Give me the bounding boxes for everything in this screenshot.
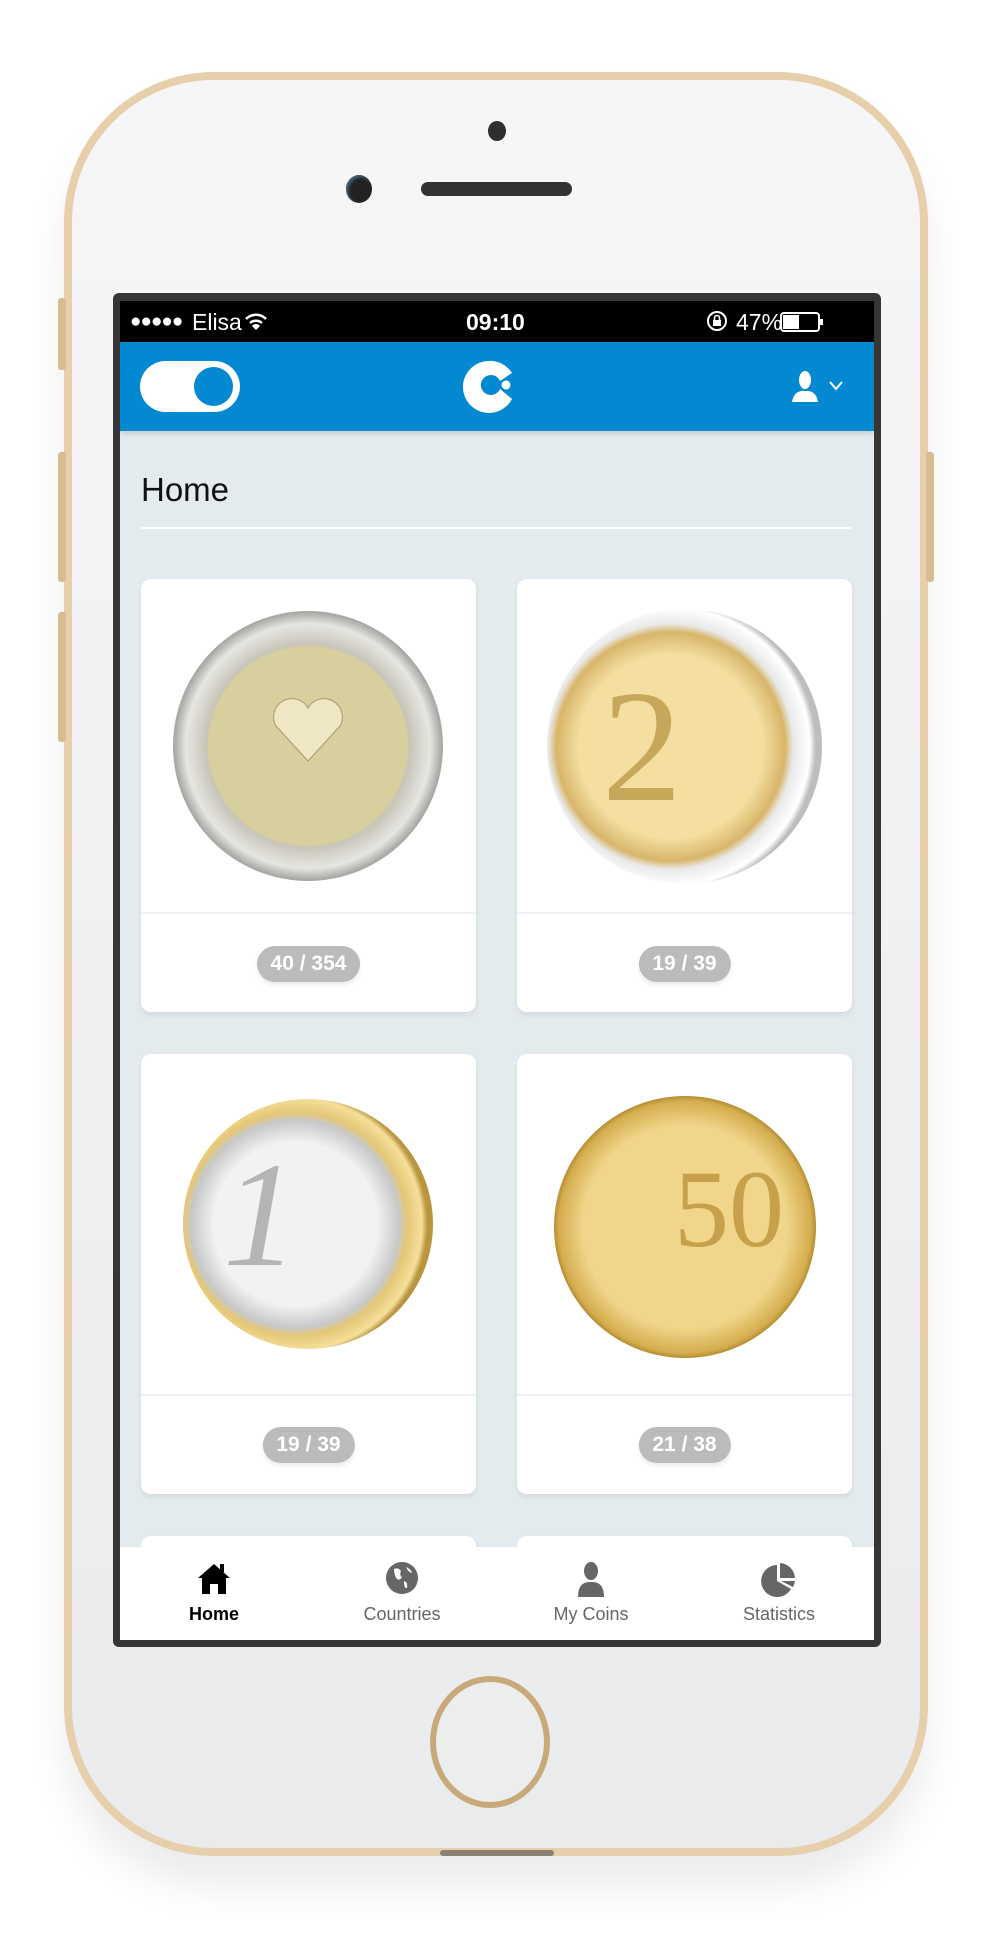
coin-card-2-euro[interactable]: 2 19 / 39 <box>517 579 852 1012</box>
coin-image-1-euro: 1 <box>183 1099 433 1349</box>
coin-denomination-glyph: 2 <box>602 657 682 835</box>
wifi-icon <box>245 313 267 330</box>
coin-card-1-euro[interactable]: 1 19 / 39 <box>141 1054 476 1494</box>
tab-label: My Coins <box>553 1604 629 1624</box>
volume-up-button <box>58 452 66 582</box>
app-screen: ●●●●● Elisa 09:10 47% Home 40 / 354 2 19… <box>120 301 874 1640</box>
status-bar: ●●●●● Elisa 09:10 47% <box>120 301 874 342</box>
bottom-tab-bar: Home Countries My Coins Statistics <box>120 1547 874 1640</box>
rotation-lock-icon <box>707 311 727 331</box>
chevron-down-icon[interactable] <box>828 380 844 392</box>
home-button[interactable] <box>430 1676 550 1808</box>
mute-switch <box>58 298 66 370</box>
app-logo-icon[interactable] <box>460 359 516 415</box>
collection-count-badge: 40 / 354 <box>256 946 361 982</box>
sidebar-toggle[interactable] <box>140 361 240 412</box>
coin-card-commemorative[interactable]: 40 / 354 <box>141 579 476 1012</box>
card-separator <box>141 1394 476 1396</box>
power-button <box>926 452 934 582</box>
page-title: Home <box>141 471 230 508</box>
app-header <box>120 342 874 431</box>
coin-card-50-cent[interactable]: 50 21 / 38 <box>517 1054 852 1494</box>
card-separator <box>141 912 476 914</box>
tab-statistics[interactable]: Statistics <box>685 1547 873 1640</box>
collection-count-badge: 19 / 39 <box>638 946 731 982</box>
earpiece-speaker <box>421 182 572 196</box>
tab-home[interactable]: Home <box>120 1547 308 1640</box>
tab-label: Statistics <box>742 1604 816 1624</box>
lightning-port <box>440 1850 554 1856</box>
tab-countries[interactable]: Countries <box>308 1547 496 1640</box>
tab-label: Home <box>188 1604 239 1624</box>
user-icon <box>578 1562 604 1597</box>
carrier-name: Elisa <box>192 309 242 335</box>
coin-image-2-euro: 2 <box>547 609 822 884</box>
volume-down-button <box>58 612 66 742</box>
user-account-icon[interactable] <box>790 370 820 402</box>
battery-percent: 47% <box>736 309 783 335</box>
title-divider <box>141 527 851 529</box>
card-separator <box>517 912 852 914</box>
coin-denomination-glyph: 50 <box>674 1148 784 1270</box>
tab-my-coins[interactable]: My Coins <box>497 1547 685 1640</box>
battery-fill <box>783 315 799 329</box>
globe-icon <box>386 1562 418 1594</box>
card-separator <box>517 1394 852 1396</box>
tab-label: Countries <box>363 1604 441 1624</box>
toggle-knob <box>194 367 233 406</box>
signal-strength: ●●●●● <box>130 311 183 332</box>
coin-image-2-euro-commemorative <box>173 611 443 881</box>
clock: 09:10 <box>466 309 525 335</box>
coin-denomination-glyph: 1 <box>223 1132 298 1298</box>
battery-icon <box>780 312 823 332</box>
coin-image-50-cent: 50 <box>554 1096 816 1358</box>
collection-count-badge: 19 / 39 <box>262 1427 355 1463</box>
collection-count-badge: 21 / 38 <box>638 1427 731 1463</box>
front-camera <box>346 175 372 203</box>
heart-motif <box>273 698 343 762</box>
home-icon <box>198 1564 230 1594</box>
proximity-sensor <box>488 121 506 141</box>
pie-chart-icon <box>761 1563 795 1597</box>
